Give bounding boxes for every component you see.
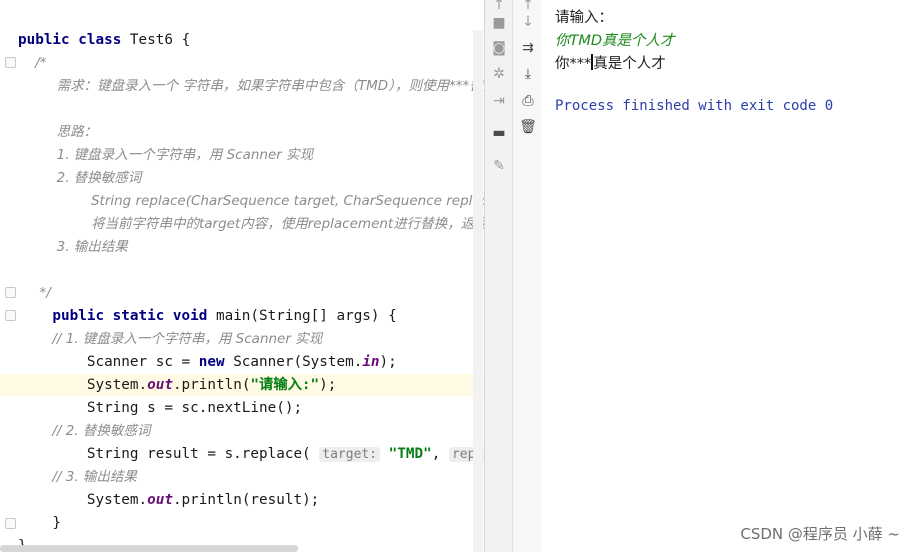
- fold-marker-icon[interactable]: [5, 57, 16, 68]
- code-token: Test6 {: [129, 32, 191, 48]
- code-token: String result = s.replace(: [18, 446, 320, 462]
- code-line: String replace(CharSequence target, Char…: [18, 191, 484, 211]
- soft-wrap-icon[interactable]: ⇉: [513, 37, 543, 59]
- code-token: */: [18, 285, 51, 301]
- console-output-suffix: 真是个人才: [593, 56, 666, 72]
- code-token: // 1. 键盘录入一个字符串，用 Scanner 实现: [18, 331, 323, 347]
- code-line: 将当前字符串中的target内容，使用replacement进行替换，返回新的字…: [18, 214, 484, 234]
- code-token: 2. 替换敏感词: [18, 170, 142, 186]
- code-line: public static void main(String[] args) {: [18, 306, 397, 326]
- code-line: 需求：键盘录入一个 字符串，如果字符串中包含（TMD），则使用***替换: [18, 76, 484, 96]
- code-token: .println(: [172, 377, 251, 393]
- code-token: "请输入:": [250, 377, 320, 393]
- editor-vertical-scrollbar[interactable]: [473, 30, 483, 552]
- code-token: main(String[] args) {: [215, 308, 397, 324]
- code-line: // 3. 输出结果: [18, 467, 137, 487]
- pin-icon[interactable]: ✎: [485, 155, 513, 177]
- code-line: 3. 输出结果: [18, 237, 128, 257]
- fold-marker-icon[interactable]: [5, 310, 16, 321]
- code-line: */: [18, 283, 51, 303]
- code-token: System.: [18, 492, 148, 508]
- code-token: 3. 输出结果: [18, 239, 128, 255]
- code-token: .println(result);: [172, 492, 320, 508]
- run-toolbar-left: ↑ ■ ◙ ✲ ⇥ ▬ ✎: [484, 0, 513, 552]
- fold-marker-icon[interactable]: [5, 518, 16, 529]
- code-line: // 2. 替换敏感词: [18, 421, 150, 441]
- layout-icon[interactable]: ▬: [485, 122, 513, 144]
- code-line: 思路：: [18, 122, 98, 142]
- code-line: System.out.println(result);: [18, 490, 319, 510]
- csdn-watermark: CSDN @程序员 小薛 ~: [740, 525, 900, 543]
- console-output-prefix: 你***: [555, 56, 592, 72]
- code-token: );: [379, 354, 397, 370]
- code-line: String result = s.replace( target: "TMD"…: [18, 444, 484, 465]
- camera-icon[interactable]: ◙: [485, 37, 513, 59]
- code-token: );: [319, 377, 337, 393]
- code-token: out: [147, 492, 173, 508]
- code-token: String replace(CharSequence target, Char…: [90, 193, 484, 209]
- code-token: new: [198, 354, 234, 370]
- code-token: Scanner sc =: [18, 354, 199, 370]
- code-line: public class Test6 {: [18, 30, 190, 50]
- code-token: String s = sc.nextLine();: [18, 400, 303, 416]
- code-line: System.out.println("请输入:");: [18, 375, 337, 395]
- run-toolbar-right: ↑ ↓ ⇉ ⤓ ⎙ 🗑: [512, 0, 544, 552]
- code-token: class: [78, 32, 130, 48]
- stop-icon[interactable]: ■: [485, 12, 513, 34]
- code-token: 1. 键盘录入一个字符串，用 Scanner 实现: [18, 147, 314, 163]
- console-process-finished: Process finished with exit code 0: [555, 98, 834, 114]
- console-prompt: 请输入：: [555, 10, 613, 26]
- code-line: // 1. 键盘录入一个字符串，用 Scanner 实现: [18, 329, 322, 349]
- console-output-line: 你*** 真是个人才: [555, 52, 666, 73]
- trash-icon[interactable]: 🗑: [513, 116, 543, 138]
- down-arrow-icon[interactable]: ↓: [513, 11, 543, 33]
- code-line: }: [18, 513, 61, 533]
- code-editor[interactable]: public class Test6 { /* 需求：键盘录入一个 字符串，如果…: [0, 0, 484, 552]
- code-token: 思路：: [18, 124, 98, 140]
- code-token: /*: [18, 55, 47, 71]
- code-token: public: [18, 32, 79, 48]
- code-line: String s = sc.nextLine();: [18, 398, 302, 418]
- code-token: }: [18, 515, 62, 531]
- run-console[interactable]: 请输入： 你TMD真是个人才 你*** 真是个人才 Process finishe…: [542, 0, 914, 552]
- code-token: in: [362, 354, 380, 370]
- code-token: out: [147, 377, 173, 393]
- code-line: /*: [18, 53, 46, 73]
- code-token: // 3. 输出结果: [18, 469, 137, 485]
- editor-gutter[interactable]: [0, 0, 18, 552]
- code-line: Scanner sc = new Scanner(System.in);: [18, 352, 397, 372]
- parameter-hint: target:: [319, 447, 381, 462]
- code-token: public static void: [18, 308, 216, 324]
- code-token: System.: [18, 377, 148, 393]
- scroll-to-end-icon[interactable]: ⤓: [513, 63, 543, 85]
- code-token: // 2. 替换敏感词: [18, 423, 151, 439]
- print-icon[interactable]: ⎙: [513, 90, 543, 112]
- code-line: 1. 键盘录入一个字符串，用 Scanner 实现: [18, 145, 314, 165]
- code-token: ,: [431, 446, 449, 462]
- code-token: Scanner(System.: [233, 354, 363, 370]
- code-line: 2. 替换敏感词: [18, 168, 142, 188]
- editor-horizontal-scrollbar[interactable]: [0, 545, 298, 552]
- code-token: 需求：键盘录入一个 字符串，如果字符串中包含（TMD），则使用***替换: [18, 78, 484, 94]
- code-token: "TMD": [388, 446, 432, 462]
- settings-icon[interactable]: ✲: [485, 63, 513, 85]
- console-user-input: 你TMD真是个人才: [555, 33, 675, 49]
- fold-marker-icon[interactable]: [5, 287, 16, 298]
- code-token: 将当前字符串中的target内容，使用replacement进行替换，返回新的字…: [90, 216, 484, 232]
- exit-icon[interactable]: ⇥: [485, 90, 513, 112]
